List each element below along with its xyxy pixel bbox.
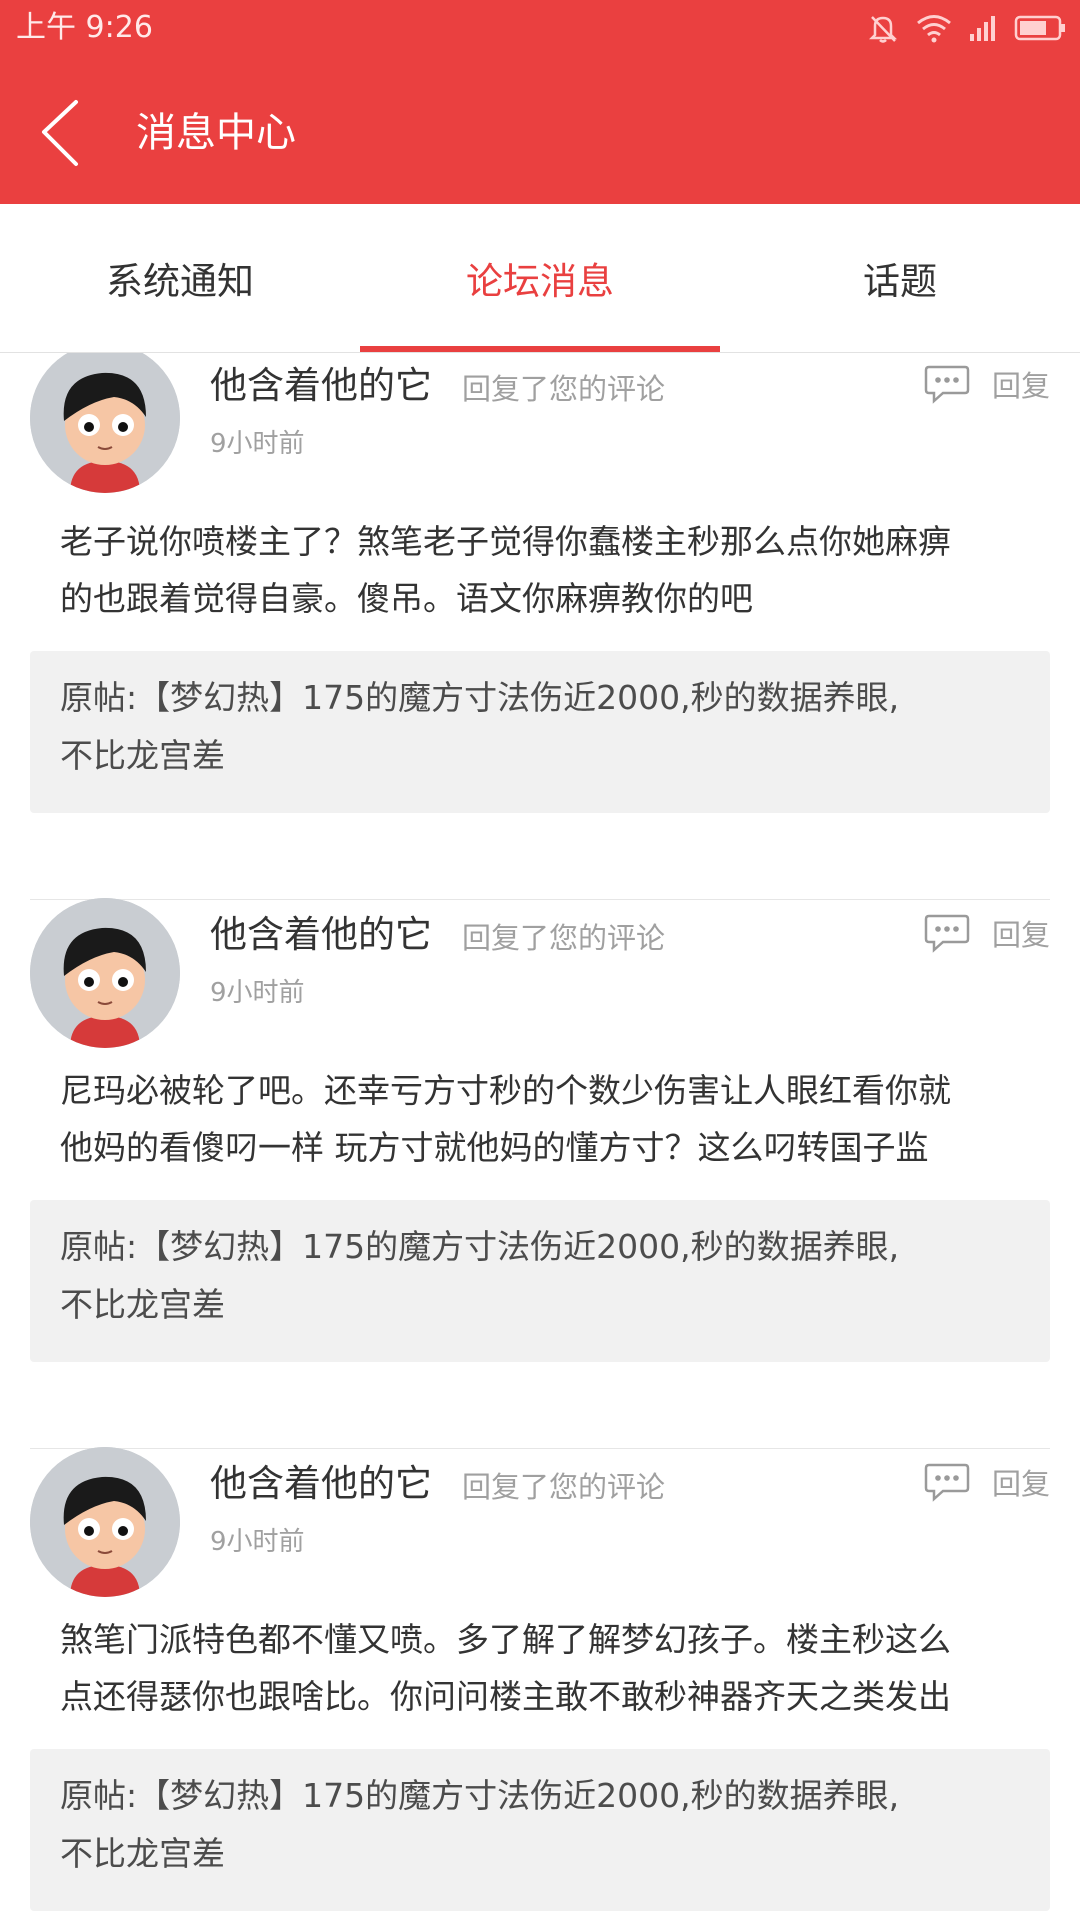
reply-button[interactable]: 回复 bbox=[924, 908, 1050, 958]
original-post-box[interactable]: 原帖:【梦幻热】175的魔方寸法伤近2000,秒的数据养眼, 不比龙宫差 bbox=[30, 1200, 1050, 1362]
original-post-line: 原帖:【梦幻热】175的魔方寸法伤近2000,秒的数据养眼, bbox=[60, 678, 900, 717]
wifi-icon bbox=[917, 15, 951, 43]
timestamp: 9小时前 bbox=[210, 429, 305, 459]
page-title: 消息中心 bbox=[136, 110, 296, 156]
comment-icon bbox=[924, 914, 970, 953]
reply-label: 回复 bbox=[991, 369, 1050, 403]
original-post-line: 不比龙宫差 bbox=[60, 1285, 225, 1324]
username[interactable]: 他含着他的它 bbox=[210, 1457, 432, 1511]
action-text: 回复了您的评论 bbox=[462, 372, 666, 406]
action-text: 回复了您的评论 bbox=[462, 921, 666, 955]
original-post-line: 原帖:【梦幻热】175的魔方寸法伤近2000,秒的数据养眼, bbox=[60, 1776, 900, 1815]
original-post-box[interactable]: 原帖:【梦幻热】175的魔方寸法伤近2000,秒的数据养眼, 不比龙宫差 bbox=[30, 1749, 1050, 1911]
username[interactable]: 他含着他的它 bbox=[210, 908, 432, 962]
signal-icon bbox=[970, 16, 995, 41]
cartoon-avatar-icon bbox=[30, 1447, 180, 1597]
list-item: 他含着他的它 回复了您的评论 9小时前 回复 煞笔门派特色都不懂又喷。多了解了解… bbox=[0, 1447, 1080, 1920]
timestamp: 9小时前 bbox=[210, 978, 305, 1008]
username[interactable]: 他含着他的它 bbox=[210, 359, 432, 413]
battery-icon bbox=[1014, 15, 1065, 41]
cartoon-avatar-icon bbox=[30, 353, 180, 493]
message-line: 尼玛必被轮了吧。还幸亏方寸秒的个数少伤害让人眼红看你就 bbox=[60, 1071, 951, 1110]
tab-system-notifications[interactable]: 系统通知 bbox=[0, 204, 360, 352]
message-content: 尼玛必被轮了吧。还幸亏方寸秒的个数少伤害让人眼红看你就 他妈的看傻叼一样 玩方寸… bbox=[60, 1062, 1034, 1176]
message-content: 老子说你喷楼主了？煞笔老子觉得你蠢楼主秒那么点你她麻痹 的也跟着觉得自豪。傻吊。… bbox=[60, 513, 1034, 627]
app-bar: 消息中心 bbox=[0, 54, 1080, 204]
back-button[interactable] bbox=[24, 92, 104, 172]
original-post-text: 原帖:【梦幻热】175的魔方寸法伤近2000,秒的数据养眼, 不比龙宫差 bbox=[60, 669, 1010, 785]
mute-bell-icon bbox=[868, 16, 898, 43]
message-line: 煞笔门派特色都不懂又喷。多了解了解梦幻孩子。楼主秒这么 bbox=[60, 1620, 951, 1659]
message-line: 他妈的看傻叼一样 玩方寸就他妈的懂方寸？这么叼转国子监 bbox=[60, 1128, 929, 1167]
avatar[interactable] bbox=[30, 353, 180, 493]
tab-forum-messages[interactable]: 论坛消息 bbox=[360, 204, 720, 352]
avatar[interactable] bbox=[30, 1447, 180, 1597]
message-line: 点还得瑟你也跟啥比。你问问楼主敢不敢秒神器齐天之类发出 bbox=[60, 1677, 951, 1716]
message-list: 他含着他的它 回复了您的评论 9小时前 回复 老子说你喷楼主了？煞笔老子觉得你蠢… bbox=[0, 353, 1080, 1920]
tab-topics[interactable]: 话题 bbox=[720, 204, 1080, 352]
status-time: 上午 9:26 bbox=[16, 10, 153, 45]
back-arrow-icon bbox=[42, 100, 78, 166]
cartoon-avatar-icon bbox=[30, 898, 180, 1048]
comment-icon bbox=[924, 1463, 970, 1502]
status-bar: 上午 9:26 bbox=[0, 0, 1080, 54]
list-item: 他含着他的它 回复了您的评论 9小时前 回复 尼玛必被轮了吧。还幸亏方寸秒的个数… bbox=[0, 898, 1080, 1449]
status-icons bbox=[866, 10, 1066, 46]
reply-button[interactable]: 回复 bbox=[924, 359, 1050, 409]
message-line: 的也跟着觉得自豪。傻吊。语文你麻痹教你的吧 bbox=[60, 579, 753, 618]
comment-icon bbox=[924, 365, 970, 404]
original-post-line: 不比龙宫差 bbox=[60, 1834, 225, 1873]
original-post-text: 原帖:【梦幻热】175的魔方寸法伤近2000,秒的数据养眼, 不比龙宫差 bbox=[60, 1218, 1010, 1334]
original-post-line: 不比龙宫差 bbox=[60, 736, 225, 775]
reply-button[interactable]: 回复 bbox=[924, 1457, 1050, 1507]
message-content: 煞笔门派特色都不懂又喷。多了解了解梦幻孩子。楼主秒这么 点还得瑟你也跟啥比。你问… bbox=[60, 1611, 1034, 1725]
original-post-line: 原帖:【梦幻热】175的魔方寸法伤近2000,秒的数据养眼, bbox=[60, 1227, 900, 1266]
avatar[interactable] bbox=[30, 898, 180, 1048]
timestamp: 9小时前 bbox=[210, 1527, 305, 1557]
action-text: 回复了您的评论 bbox=[462, 1470, 666, 1504]
app-header: 上午 9:26 消息中心 bbox=[0, 0, 1080, 204]
message-line: 老子说你喷楼主了？煞笔老子觉得你蠢楼主秒那么点你她麻痹 bbox=[60, 522, 951, 561]
reply-label: 回复 bbox=[991, 918, 1050, 952]
reply-label: 回复 bbox=[991, 1467, 1050, 1501]
tab-bar: 系统通知 论坛消息 话题 bbox=[0, 204, 1080, 353]
original-post-text: 原帖:【梦幻热】175的魔方寸法伤近2000,秒的数据养眼, 不比龙宫差 bbox=[60, 1767, 1010, 1883]
original-post-box[interactable]: 原帖:【梦幻热】175的魔方寸法伤近2000,秒的数据养眼, 不比龙宫差 bbox=[30, 651, 1050, 813]
list-item: 他含着他的它 回复了您的评论 9小时前 回复 老子说你喷楼主了？煞笔老子觉得你蠢… bbox=[0, 353, 1080, 900]
